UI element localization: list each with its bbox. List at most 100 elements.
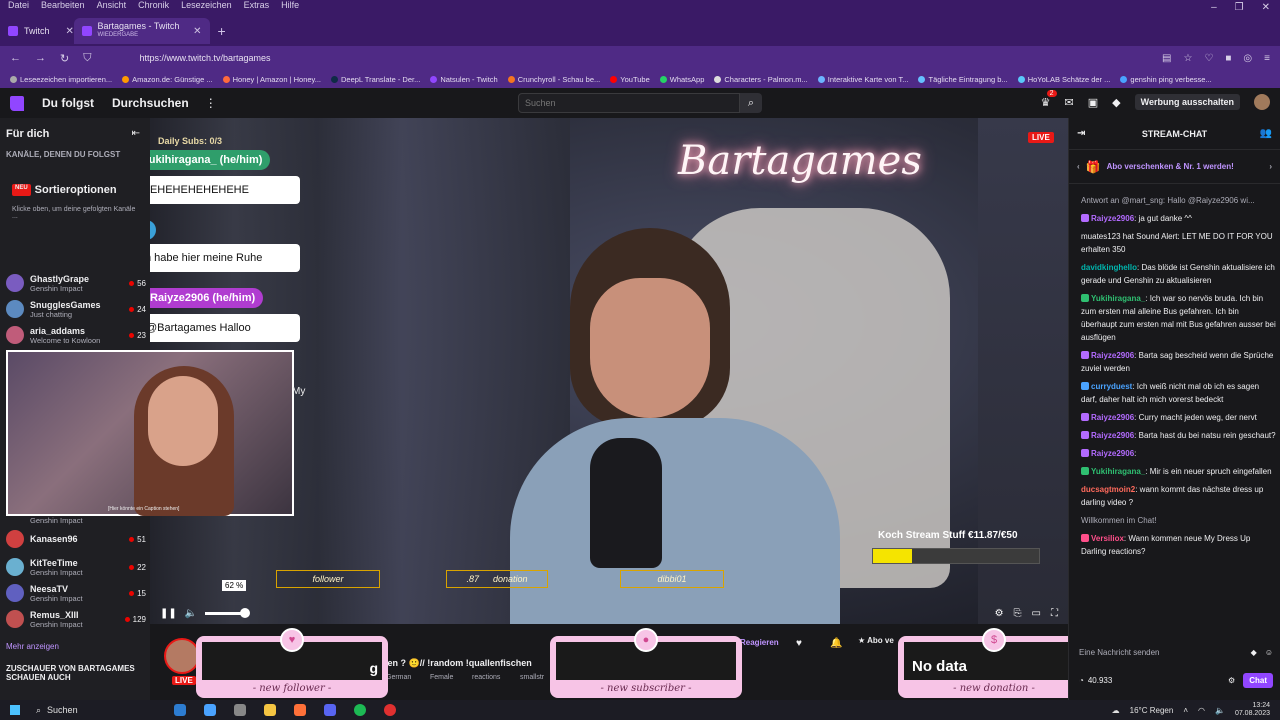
firefox-icon[interactable] xyxy=(294,704,306,716)
tab-bartagames[interactable]: Bartagames - Twitch WIEDERGABE ✕ xyxy=(73,18,210,44)
follow-heart-icon[interactable]: ♥ xyxy=(796,638,802,649)
emote-icon[interactable]: ☺ xyxy=(1265,648,1273,657)
bookmark-item[interactable]: Characters - Palmon.m... xyxy=(714,75,808,84)
menu-tools[interactable]: Extras xyxy=(244,0,270,14)
sidebar-channel[interactable]: SnugglesGames Just chatting 24 xyxy=(6,296,146,322)
wifi-icon[interactable]: ◠ xyxy=(1198,706,1205,715)
tab-twitch[interactable]: Twitch xyxy=(0,18,58,44)
menu-icon[interactable]: ≡ xyxy=(1264,53,1270,64)
turbo-button[interactable]: Werbung ausschalten xyxy=(1134,94,1240,110)
sidebar-channel[interactable]: NeesaTV Genshin Impact 15 xyxy=(6,580,146,606)
theatre-mode-icon[interactable]: ▭ xyxy=(1032,608,1041,619)
nav-following[interactable]: Du folgst xyxy=(42,96,94,110)
chat-input[interactable]: Eine Nachricht senden ◆ ☺ xyxy=(1079,642,1273,662)
volume-knob[interactable] xyxy=(239,607,250,618)
taskbar-search[interactable]: ⌕ Suchen xyxy=(36,705,156,716)
streamer-avatar[interactable] xyxy=(164,638,200,674)
tray-chevron-icon[interactable]: ˄ xyxy=(1183,706,1188,715)
tab-close-icon[interactable]: ✕ xyxy=(193,26,201,37)
sort-options[interactable]: NEU Sortieroptionen xyxy=(12,184,117,196)
user-avatar[interactable] xyxy=(1254,94,1270,110)
more-options-icon[interactable]: ⋮ xyxy=(205,96,217,110)
shield-icon[interactable]: ⛉ xyxy=(83,52,91,65)
taskbar-app-icon[interactable] xyxy=(264,704,276,716)
notification-bell-icon[interactable]: 🔔 xyxy=(830,638,842,649)
clip-icon[interactable]: ⎘ xyxy=(1014,608,1022,619)
sidebar-channel[interactable]: Kanasen96 51 xyxy=(6,526,146,552)
speaker-icon[interactable]: 🔈 xyxy=(1215,706,1225,715)
menu-bookmarks[interactable]: Lesezeichen xyxy=(181,0,232,14)
chevron-left-icon[interactable]: ‹ xyxy=(1077,162,1080,171)
reload-icon[interactable]: ↻ xyxy=(60,52,69,65)
chevron-right-icon[interactable]: › xyxy=(1269,162,1272,171)
nav-browse[interactable]: Durchsuchen xyxy=(112,96,189,110)
bookmark-item[interactable]: Crunchyroll - Schau be... xyxy=(507,75,600,84)
collapse-sidebar-icon[interactable]: ⇤ xyxy=(132,128,140,139)
new-tab-button[interactable]: + xyxy=(210,23,234,39)
bookmark-item[interactable]: HoYoLAB Schätze der ... xyxy=(1017,75,1110,84)
minimize-icon[interactable]: – xyxy=(1211,2,1217,13)
chat-settings-icon[interactable]: ⚙ xyxy=(1228,676,1235,685)
spotify-icon[interactable] xyxy=(354,704,366,716)
bookmark-item[interactable]: DeepL Translate - Der... xyxy=(331,75,420,84)
pause-icon[interactable]: ❚❚ xyxy=(160,608,177,619)
maximize-icon[interactable]: ❐ xyxy=(1235,2,1244,13)
volume-icon[interactable]: 🔈 xyxy=(185,608,197,619)
inbox-icon[interactable]: ✉ xyxy=(1065,96,1074,109)
search-input[interactable] xyxy=(518,93,740,113)
sidebar-channel[interactable]: GhastlyGrape Genshin Impact 56 xyxy=(6,270,146,296)
sidebar-channel[interactable]: aria_addams Welcome to Kowloon 23 xyxy=(6,322,146,348)
whispers-icon[interactable]: ▣ xyxy=(1088,96,1098,109)
menu-help[interactable]: Hilfe xyxy=(281,0,299,14)
stream-tag[interactable]: smallstr xyxy=(520,674,544,681)
taskbar-clock[interactable]: 13:24 07.08.2023 xyxy=(1235,702,1270,718)
sidebar-channel[interactable]: KitTeeTime Genshin Impact 22 xyxy=(6,554,146,580)
taskbar-app-icon[interactable] xyxy=(204,704,216,716)
forward-icon[interactable]: → xyxy=(35,52,46,64)
bookmark-item[interactable]: Amazon.de: Günstige ... xyxy=(122,75,213,84)
obs-icon[interactable] xyxy=(384,704,396,716)
bookmark-item[interactable]: WhatsApp xyxy=(659,75,704,84)
bits-icon[interactable]: ◆ xyxy=(1251,648,1257,657)
gem-icon[interactable]: ◆ xyxy=(1112,96,1120,109)
sidebar-channel[interactable]: Remus_XIII Genshin Impact 129 xyxy=(6,606,146,632)
crown-icon[interactable]: ♛ 2 xyxy=(1041,89,1057,109)
windows-start-icon[interactable] xyxy=(10,705,20,715)
back-icon[interactable]: ← xyxy=(10,52,21,64)
discord-icon[interactable] xyxy=(324,704,336,716)
channel-points-icon[interactable]: ◔ xyxy=(1079,676,1084,685)
url-field[interactable]: https://www.twitch.tv/bartagames xyxy=(139,53,270,63)
menu-edit[interactable]: Bearbeiten xyxy=(41,0,85,14)
bookmark-star-icon[interactable]: ☆ xyxy=(1183,53,1192,64)
stream-tag[interactable]: German xyxy=(386,674,411,681)
bookmark-item[interactable]: Interaktive Karte von T... xyxy=(817,75,908,84)
bookmark-item[interactable]: Natsulen - Twitch xyxy=(430,75,498,84)
show-more-link[interactable]: Mehr anzeigen xyxy=(6,642,59,651)
users-icon[interactable]: 👥 xyxy=(1260,128,1272,139)
taskbar-app-icon[interactable] xyxy=(234,704,246,716)
menu-history[interactable]: Chronik xyxy=(138,0,169,14)
reader-icon[interactable]: ▤ xyxy=(1162,53,1171,64)
weather-text[interactable]: 16°C Regen xyxy=(1130,706,1174,715)
volume-slider[interactable] xyxy=(205,607,250,618)
account-icon[interactable]: ◎ xyxy=(1243,53,1252,64)
subscribe-button[interactable]: ★ Abo ve xyxy=(858,636,894,645)
stream-tag[interactable]: reactions xyxy=(472,674,500,681)
stream-tag[interactable]: Female xyxy=(430,674,453,681)
taskbar-app-icon[interactable] xyxy=(174,704,186,716)
bookmark-item[interactable]: genshin ping verbesse... xyxy=(1120,75,1212,84)
search-icon[interactable]: ⌕ xyxy=(740,93,762,113)
collapse-chat-icon[interactable]: ⇥ xyxy=(1077,128,1085,139)
close-window-icon[interactable]: ✕ xyxy=(1262,2,1270,13)
tab-close-icon[interactable]: ✕ xyxy=(66,26,74,37)
extension-icon[interactable]: ■ xyxy=(1225,53,1231,64)
twitch-logo-icon[interactable] xyxy=(10,95,24,111)
menu-file[interactable]: Datei xyxy=(8,0,29,14)
chat-send-button[interactable]: Chat xyxy=(1243,672,1273,688)
react-button[interactable]: Reagieren xyxy=(740,638,779,647)
bookmark-item[interactable]: Leseezeichen importieren... xyxy=(10,75,112,84)
pocket-icon[interactable]: ♡ xyxy=(1204,53,1213,64)
bookmark-item[interactable]: Tägliche Eintragung b... xyxy=(918,75,1008,84)
bookmark-item[interactable]: Honey | Amazon | Honey... xyxy=(222,75,321,84)
menu-view[interactable]: Ansicht xyxy=(97,0,127,14)
